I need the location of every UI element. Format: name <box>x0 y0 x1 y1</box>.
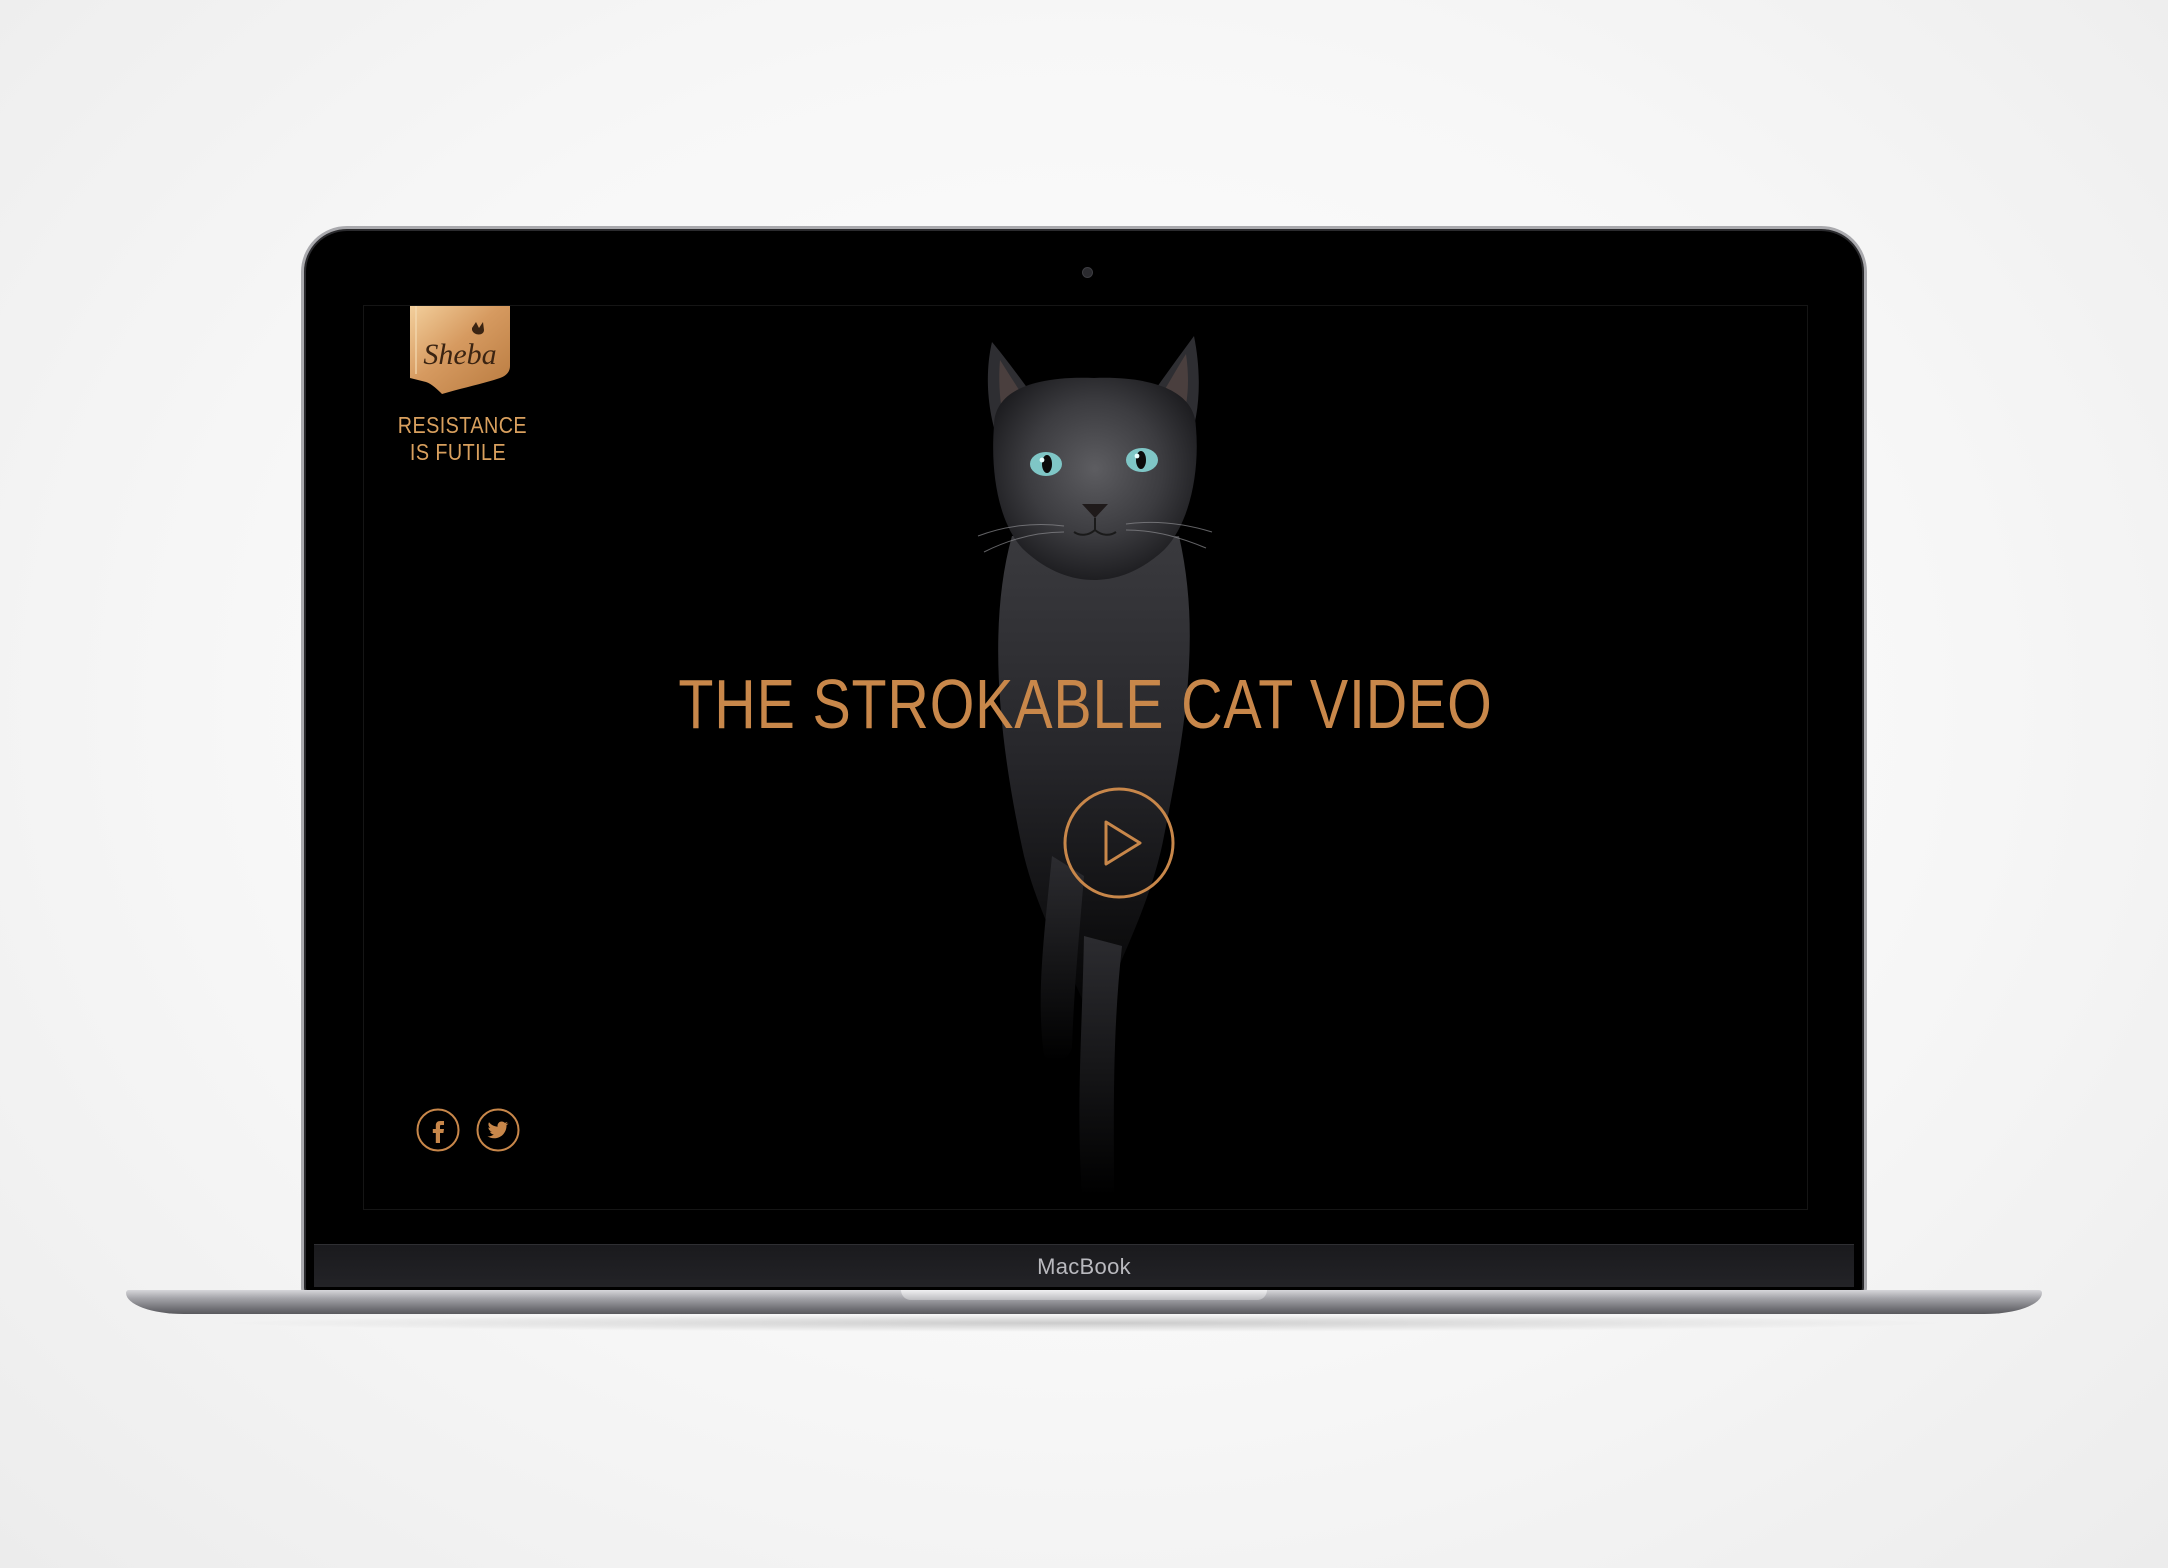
laptop-base <box>126 1290 2042 1314</box>
tagline: RESISTANCE IS FUTILE <box>397 412 528 466</box>
play-icon <box>1104 820 1142 866</box>
twitter-icon <box>487 1121 509 1139</box>
facebook-share-button[interactable] <box>416 1108 460 1152</box>
tagline-line-2: IS FUTILE <box>409 439 507 465</box>
play-button[interactable] <box>1062 786 1176 900</box>
website-screen: Sheba RESISTANCE IS FUTILE THE STROKABLE… <box>363 305 1808 1210</box>
sheba-logo: Sheba <box>410 306 510 394</box>
laptop-shadow <box>210 1314 1960 1332</box>
laptop-notch <box>901 1290 1267 1300</box>
page-title: THE STROKABLE CAT VIDEO <box>678 665 1493 743</box>
twitter-share-button[interactable] <box>476 1108 520 1152</box>
device-label: MacBook <box>1037 1254 1131 1279</box>
laptop-lid: Sheba RESISTANCE IS FUTILE THE STROKABLE… <box>301 226 1867 1296</box>
laptop-chin: MacBook <box>314 1244 1854 1287</box>
cat-image <box>977 336 1213 1196</box>
tagline-line-1: RESISTANCE <box>397 412 528 438</box>
logo-wordmark: Sheba <box>423 338 496 371</box>
camera-icon <box>1082 267 1093 278</box>
facebook-icon <box>432 1121 444 1143</box>
